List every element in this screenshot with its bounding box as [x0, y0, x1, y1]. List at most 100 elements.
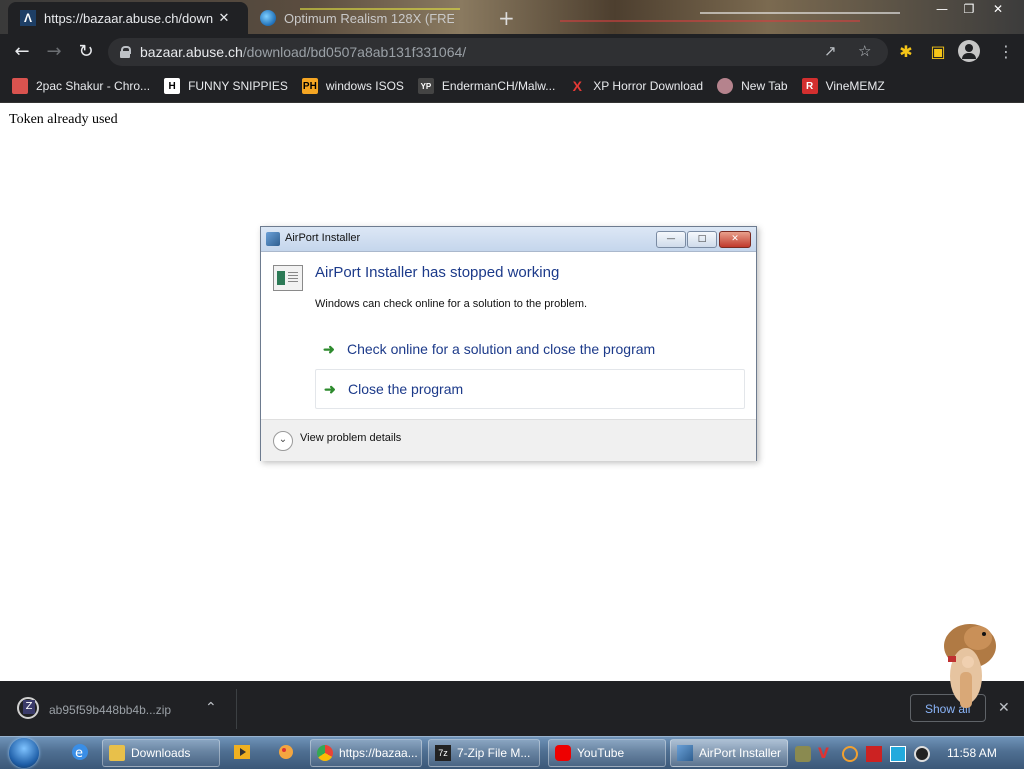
- windows-logo-icon: [9, 738, 39, 768]
- chrome-icon: [317, 745, 333, 761]
- r-icon: R: [801, 78, 818, 94]
- minimize-button[interactable]: —: [928, 0, 956, 18]
- page-message: Token already used: [9, 112, 118, 127]
- taskbar-downloads[interactable]: Downloads: [102, 739, 220, 767]
- taskbar-chrome[interactable]: https://bazaa...: [310, 739, 422, 767]
- start-button[interactable]: [6, 737, 44, 769]
- extensions-puzzle-icon[interactable]: ✱: [894, 40, 918, 64]
- back-button[interactable]: ←: [10, 40, 34, 64]
- green-arrow-icon: ➜: [323, 341, 335, 357]
- desktop-pet-figure: [944, 624, 996, 708]
- dialog-minimize-button[interactable]: —: [656, 231, 686, 248]
- bookmark-label: windows ISOS: [325, 79, 404, 93]
- browser-tab-strip: Λ https://bazaar.abuse.ch/download/bd050…: [0, 0, 1024, 34]
- youtube-icon: [555, 745, 571, 761]
- internet-explorer-icon[interactable]: e: [70, 742, 90, 762]
- forward-button[interactable]: →: [42, 40, 66, 64]
- url-path: /download/bd0507a8ab131f331064/: [242, 44, 467, 60]
- media-player-icon[interactable]: [232, 742, 252, 762]
- taskbar-youtube[interactable]: YouTube: [548, 739, 666, 767]
- menu-kebab-icon[interactable]: ⋮: [994, 40, 1018, 64]
- tab-title: Optimum Realism 128X (FREE): [284, 10, 454, 26]
- airport-icon: [677, 745, 693, 761]
- dialog-close-button[interactable]: ✕: [719, 231, 751, 248]
- browser-toolbar: ← → ↻ bazaar.abuse.ch/download/bd0507a8a…: [0, 34, 1024, 70]
- dialog-subtext: Windows can check online for a solution …: [315, 298, 588, 310]
- green-arrow-icon: ➜: [324, 381, 336, 397]
- yp-icon: YP: [417, 78, 434, 94]
- tab-close-icon[interactable]: ✕: [214, 10, 234, 26]
- taskbar-label: AirPort Installer: [699, 746, 782, 760]
- program-error-icon: [273, 265, 303, 291]
- h-icon: H: [164, 78, 181, 94]
- address-bar[interactable]: bazaar.abuse.ch/download/bd0507a8ab131f3…: [108, 38, 888, 66]
- chevron-up-icon[interactable]: ⌃: [205, 700, 217, 716]
- profile-avatar-icon[interactable]: [958, 40, 980, 62]
- view-details-link[interactable]: View problem details: [300, 432, 401, 444]
- dialog-maximize-button[interactable]: □: [687, 231, 717, 248]
- new-tab-button[interactable]: +: [498, 6, 515, 30]
- bookmark-item[interactable]: X XP Horror Download: [569, 78, 704, 94]
- paint-icon[interactable]: [276, 742, 296, 762]
- maximize-button[interactable]: ❐: [955, 0, 983, 18]
- url-host: bazaar.abuse.ch: [140, 44, 243, 60]
- taskbar-label: 7-Zip File M...: [457, 746, 531, 760]
- bookmark-item[interactable]: YP EndermanCH/Malw...: [417, 78, 556, 94]
- tray-volume-icon[interactable]: [914, 746, 930, 762]
- folder-icon: [109, 745, 125, 761]
- taskbar-airport-installer[interactable]: AirPort Installer: [670, 739, 788, 767]
- dialog-heading: AirPort Installer has stopped working: [315, 264, 560, 281]
- tab-inactive[interactable]: Optimum Realism 128X (FREE): [252, 2, 462, 34]
- dialog-footer: ⌄ View problem details: [261, 419, 756, 461]
- bookmark-item[interactable]: H FUNNY SNIPPIES: [164, 78, 288, 94]
- zip-file-icon[interactable]: [17, 697, 39, 719]
- dialog-titlebar[interactable]: AirPort Installer — □ ✕: [261, 227, 756, 252]
- bookmark-item[interactable]: R VineMEMZ: [801, 78, 885, 94]
- close-program-label: Close the program: [348, 381, 464, 397]
- globe-icon: [260, 10, 276, 26]
- check-online-option[interactable]: ➜ Check online for a solution and close …: [315, 330, 743, 368]
- bookmark-label: VineMEMZ: [825, 79, 885, 93]
- tray-app-icon[interactable]: [795, 746, 811, 762]
- windows-taskbar: e Downloads https://bazaa... 7z 7-Zip Fi…: [0, 736, 1024, 769]
- airport-app-icon: [266, 232, 280, 246]
- background-streak: [700, 12, 900, 14]
- bookmark-label: FUNNY SNIPPIES: [188, 79, 288, 93]
- bookmark-item[interactable]: PH windows ISOS: [301, 78, 404, 94]
- taskbar-label: Downloads: [131, 746, 191, 760]
- tray-v-icon[interactable]: V: [818, 746, 834, 762]
- bookmark-label: 2pac Shakur - Chro...: [36, 79, 151, 93]
- close-program-option[interactable]: ➜ Close the program: [315, 369, 745, 409]
- download-filename[interactable]: ab95f59b448bb4b...zip: [49, 703, 171, 717]
- bookmark-item[interactable]: New Tab: [717, 78, 788, 94]
- tray-network-icon[interactable]: [890, 746, 906, 762]
- taskbar-label: https://bazaa...: [339, 746, 418, 760]
- tray-flag-icon[interactable]: [866, 746, 882, 762]
- share-icon[interactable]: ↗: [824, 42, 837, 60]
- taskbar-7zip[interactable]: 7z 7-Zip File M...: [428, 739, 540, 767]
- check-online-label: Check online for a solution and close th…: [347, 341, 656, 357]
- download-shelf: ab95f59b448bb4b...zip ⌃ Show all ✕: [0, 681, 1024, 736]
- 7zip-icon: 7z: [435, 745, 451, 761]
- side-panel-icon[interactable]: ▣: [926, 40, 950, 64]
- x-icon: X: [572, 78, 582, 94]
- bookmark-label: XP Horror Download: [593, 79, 704, 93]
- tray-search-icon[interactable]: [842, 746, 858, 762]
- bookmark-label: EndermanCH/Malw...: [441, 79, 556, 93]
- newtab-icon: [717, 78, 734, 94]
- chevron-down-icon[interactable]: ⌄: [273, 431, 293, 451]
- bookmarks-bar: 2pac Shakur - Chro... H FUNNY SNIPPIES P…: [0, 70, 1024, 103]
- svg-text:e: e: [75, 746, 83, 761]
- lock-icon[interactable]: [120, 46, 131, 58]
- reload-button[interactable]: ↻: [74, 40, 98, 64]
- background-streak: [560, 20, 860, 22]
- bookmark-item[interactable]: 2pac Shakur - Chro...: [12, 78, 150, 94]
- close-window-button[interactable]: ✕: [984, 0, 1012, 18]
- bookmark-star-icon[interactable]: ☆: [858, 42, 871, 60]
- tab-active[interactable]: Λ https://bazaar.abuse.ch/download/bd050…: [8, 2, 248, 34]
- folder-icon: [12, 78, 28, 94]
- tab-title: https://bazaar.abuse.ch/download/bd0507a…: [44, 10, 214, 26]
- abuse-ch-icon: Λ: [20, 10, 36, 26]
- ph-icon: PH: [301, 78, 318, 94]
- taskbar-clock[interactable]: 11:58 AM: [947, 746, 997, 760]
